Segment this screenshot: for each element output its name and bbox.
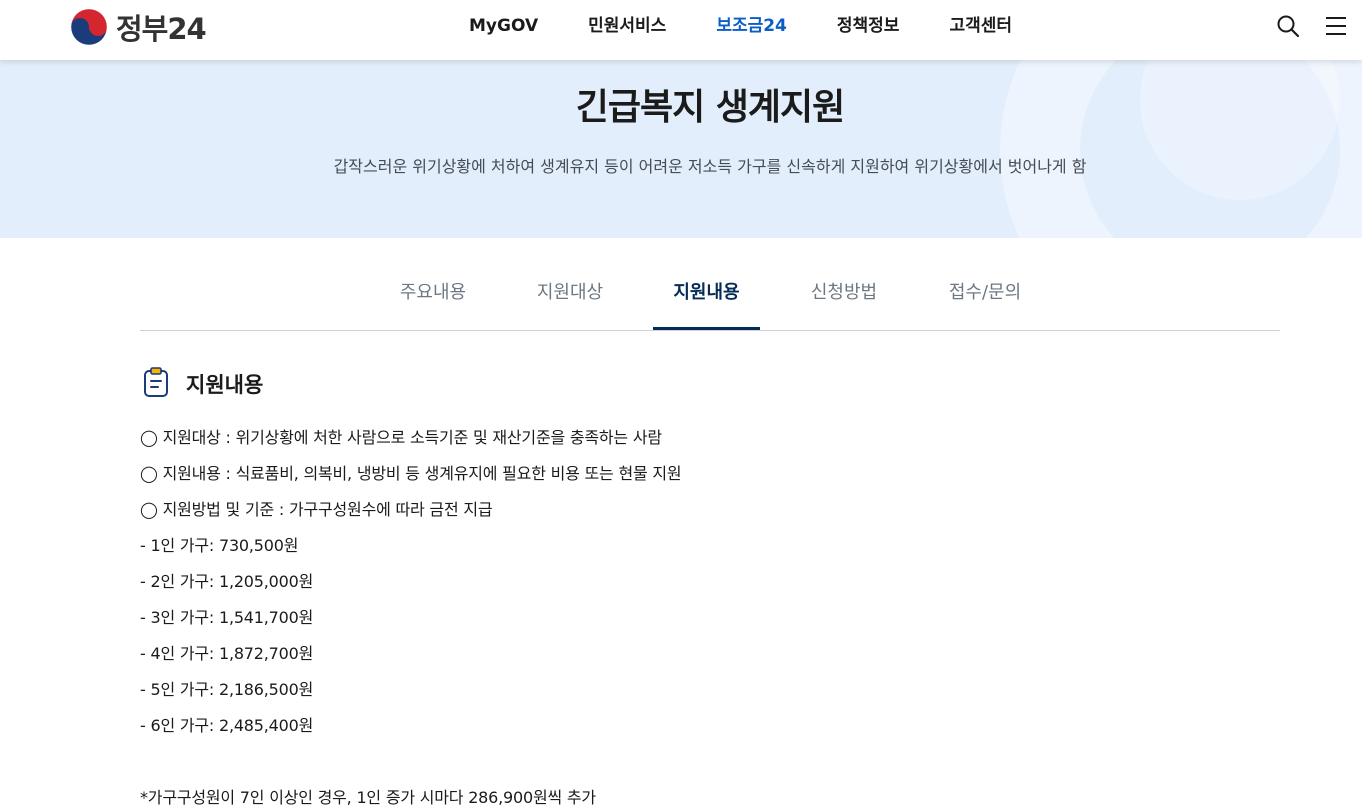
section-header: 지원내용 <box>142 366 263 402</box>
content-line-method: ◯ 지원방법 및 기준 : 가구구성원수에 따라 금전 지급 <box>140 500 493 519</box>
hero-banner: 긴급복지 생계지원 갑작스러운 위기상황에 처하여 생계유지 등이 어려운 저소… <box>0 60 1362 238</box>
nav-item-customer-center[interactable]: 고객센터 <box>949 14 1012 38</box>
household-amount-item: - 6인 가구: 2,485,400원 <box>140 716 314 735</box>
household-amount-item: - 2인 가구: 1,205,000원 <box>140 572 314 591</box>
content-line-eligibility: ◯ 지원대상 : 위기상황에 처한 사람으로 소득기준 및 재산기준을 충족하는… <box>140 428 662 447</box>
tab-application-method[interactable]: 신청방법 <box>796 270 892 330</box>
main-nav: MyGOV 민원서비스 보조금24 정책정보 고객센터 <box>444 14 1037 38</box>
tab-reception-inquiry[interactable]: 접수/문의 <box>930 270 1040 330</box>
page-description: 갑작스러운 위기상황에 처하여 생계유지 등이 어려운 저소득 가구를 신속하게… <box>333 157 1087 176</box>
search-icon[interactable] <box>1276 14 1300 38</box>
site-logo[interactable]: 정부24 <box>70 7 207 47</box>
tab-support-content[interactable]: 지원내용 <box>653 270 760 330</box>
footnote: *가구구성원이 7인 이상인 경우, 1인 증가 시마다 286,900원씩 추… <box>140 788 596 805</box>
tab-eligibility[interactable]: 지원대상 <box>522 270 618 330</box>
site-header: 정부24 MyGOV 민원서비스 보조금24 정책정보 고객센터 <box>0 0 1362 60</box>
content-tabs: 주요내용 지원대상 지원내용 신청방법 접수/문의 <box>140 270 1280 331</box>
clipboard-icon <box>142 366 170 402</box>
nav-item-policy-info[interactable]: 정책정보 <box>837 14 900 38</box>
tab-main-content[interactable]: 주요내용 <box>385 270 481 330</box>
header-actions <box>1276 14 1348 38</box>
nav-item-subsidy24[interactable]: 보조금24 <box>716 14 787 38</box>
nav-item-mygov[interactable]: MyGOV <box>469 14 538 38</box>
household-amount-item: - 3인 가구: 1,541,700원 <box>140 608 314 627</box>
household-amount-item: - 4인 가구: 1,872,700원 <box>140 644 314 663</box>
taegeuk-logo-icon <box>70 8 108 46</box>
nav-item-civil-service[interactable]: 민원서비스 <box>588 14 666 38</box>
household-amount-item: - 1인 가구: 730,500원 <box>140 536 299 555</box>
logo-text: 정부24 <box>116 12 207 46</box>
household-amount-item: - 5인 가구: 2,186,500원 <box>140 680 314 699</box>
menu-icon[interactable] <box>1324 14 1348 38</box>
content-line-support: ◯ 지원내용 : 식료품비, 의복비, 냉방비 등 생계유지에 필요한 비용 또… <box>140 464 682 483</box>
section-title: 지원내용 <box>186 373 264 397</box>
page-title: 긴급복지 생계지원 <box>575 87 846 128</box>
